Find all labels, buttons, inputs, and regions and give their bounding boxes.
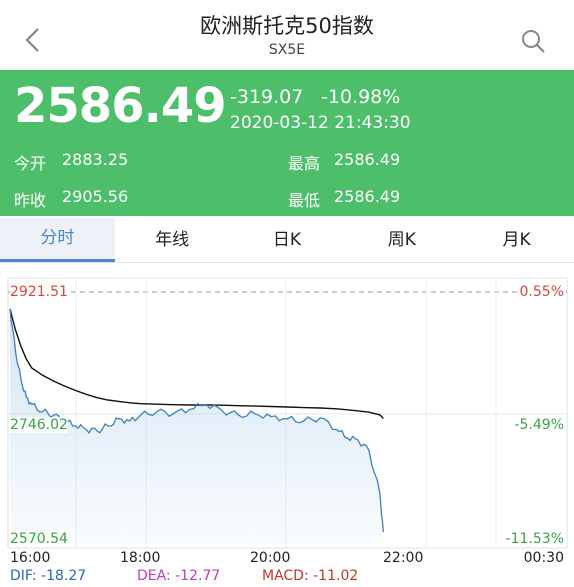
open-label: 今开 bbox=[14, 154, 47, 173]
average-line bbox=[9, 308, 384, 419]
tab-daily-k[interactable]: 日K bbox=[230, 218, 345, 262]
current-price: 2586.49 bbox=[14, 78, 227, 134]
low-label: 最低 bbox=[288, 191, 321, 210]
high-value: 2586.49 bbox=[334, 150, 401, 169]
high-label: 最高 bbox=[288, 154, 321, 173]
prev-close-label: 昨收 bbox=[14, 191, 47, 210]
y-label-top-left: 2921.51 bbox=[10, 284, 68, 300]
y-label-bottom-right: -11.53% bbox=[505, 531, 564, 547]
tab-intraday[interactable]: 分时 bbox=[0, 218, 115, 262]
search-icon[interactable] bbox=[520, 28, 546, 54]
tab-weekly-k[interactable]: 周K bbox=[344, 218, 459, 262]
x-label-3: 20:00 bbox=[250, 550, 291, 566]
y-label-bottom-left: 2570.54 bbox=[10, 531, 68, 547]
indicator-macd: MACD: -11.02 bbox=[262, 568, 359, 584]
x-label-5: 00:30 bbox=[523, 550, 564, 566]
price-change: -319.07 bbox=[230, 86, 304, 108]
x-label-4: 22:00 bbox=[383, 550, 424, 566]
y-label-top-right: 0.55% bbox=[519, 284, 564, 300]
indicator-dea: DEA: -12.77 bbox=[137, 568, 221, 584]
y-label-mid-right: -5.49% bbox=[514, 417, 564, 433]
indicator-dif: DIF: -18.27 bbox=[10, 568, 87, 584]
chart-tabs: 分时 年线 日K 周K 月K bbox=[0, 218, 574, 263]
x-label-2: 18:00 bbox=[120, 550, 161, 566]
tab-yearly[interactable]: 年线 bbox=[115, 218, 230, 262]
tab-monthly-k[interactable]: 月K bbox=[459, 218, 574, 262]
quote-time: 2020-03-12 21:43:30 bbox=[230, 113, 411, 133]
low-value: 2586.49 bbox=[334, 187, 401, 206]
chart-frame bbox=[7, 277, 568, 549]
x-label-1: 16:00 bbox=[10, 550, 51, 566]
prev-close-value: 2905.56 bbox=[62, 187, 129, 206]
y-label-mid-left: 2746.02 bbox=[10, 417, 68, 433]
price-change-percent: -10.98% bbox=[321, 86, 401, 108]
top-bar: 欧洲斯托克50指数 SX5E bbox=[0, 0, 574, 70]
page-subtitle: SX5E bbox=[268, 42, 306, 58]
page-title: 欧洲斯托克50指数 bbox=[200, 14, 374, 38]
open-value: 2883.25 bbox=[62, 150, 129, 169]
